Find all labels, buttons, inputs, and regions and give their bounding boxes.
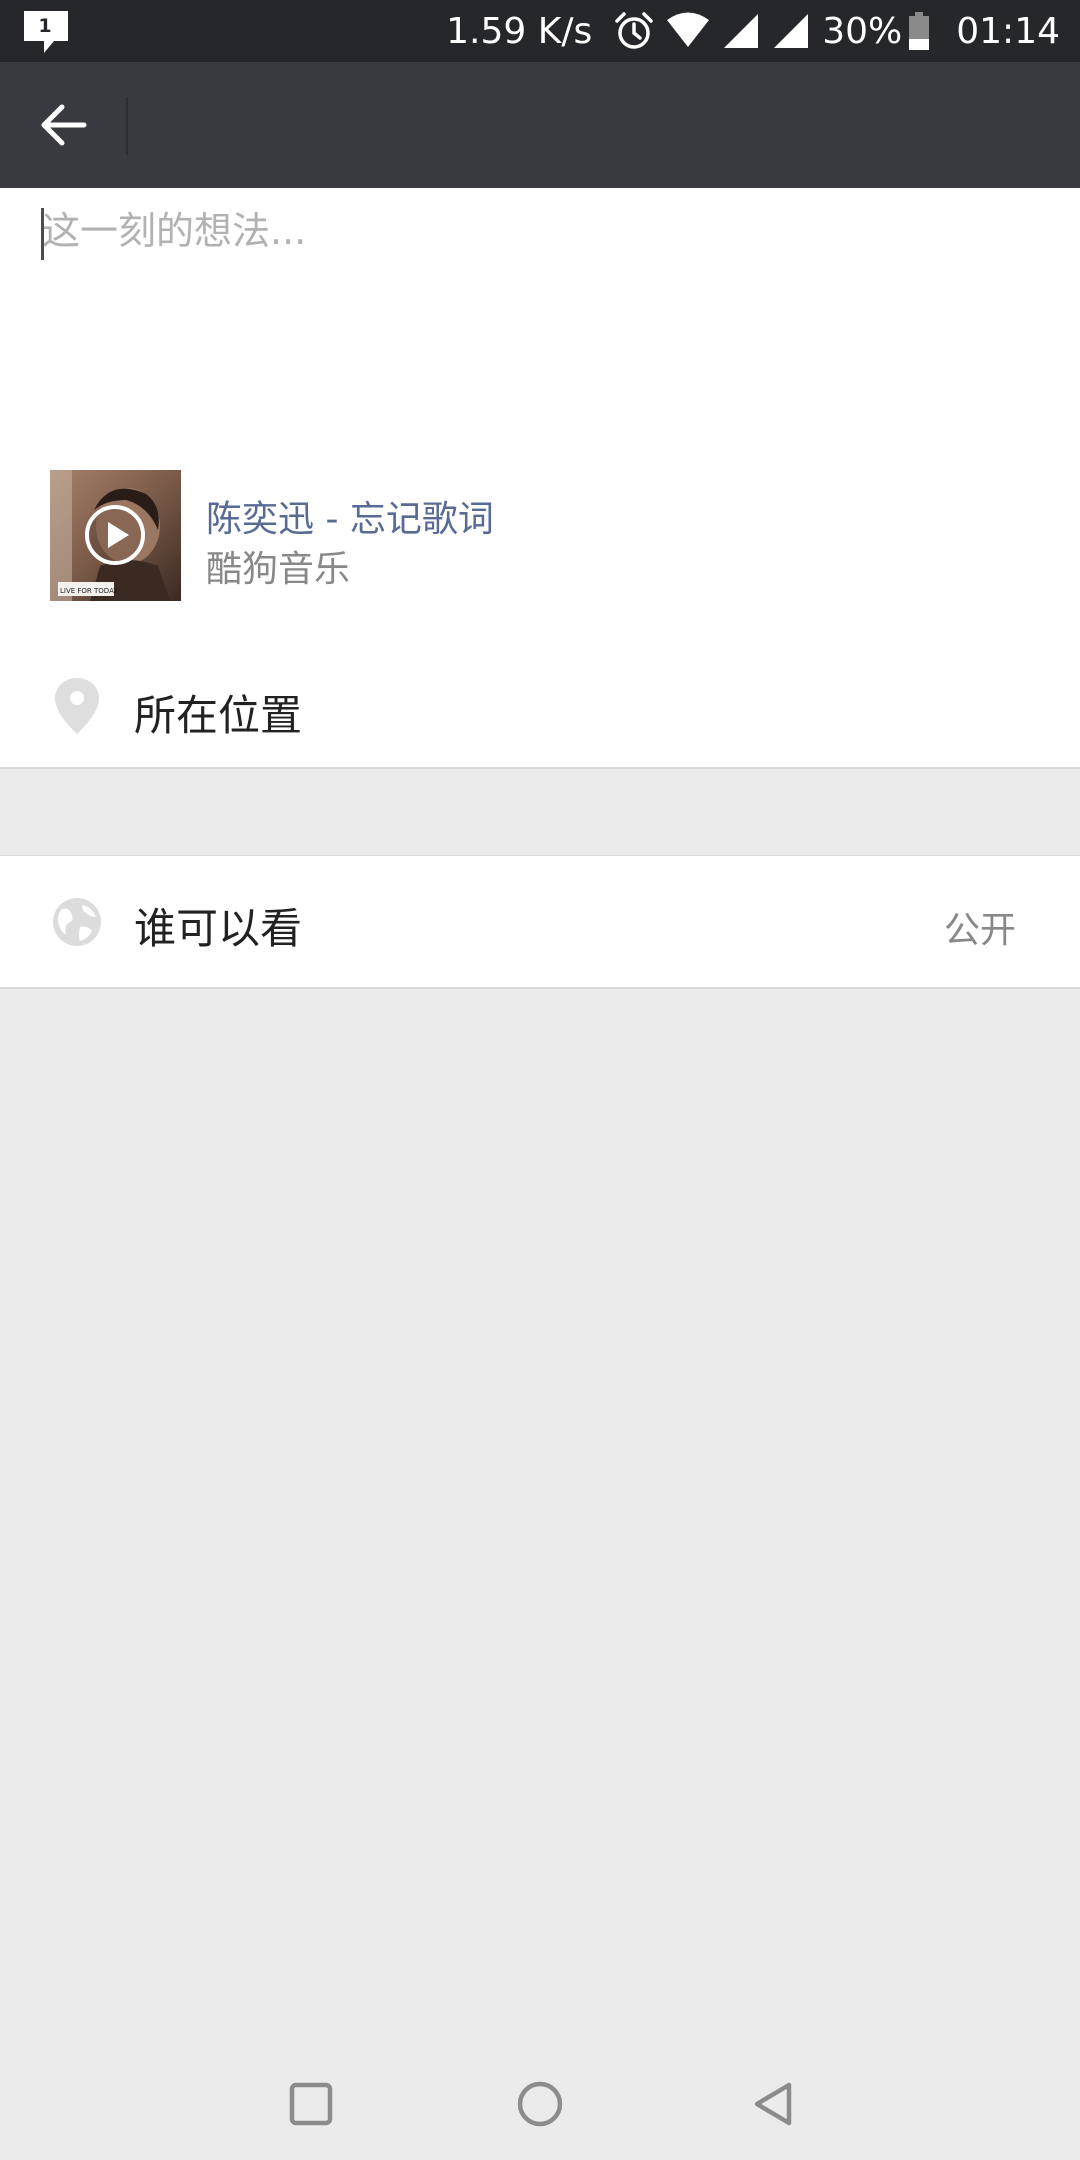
- back-nav-button[interactable]: [742, 2074, 802, 2134]
- clock: 01:14: [956, 10, 1060, 52]
- text-cursor: [41, 208, 44, 260]
- compose-panel: LIVE FOR TODAY 陈奕迅 - 忘记歌词 酷狗音乐 所在位置: [0, 188, 1080, 769]
- location-pin-icon: [55, 678, 99, 734]
- triangle-back-icon: [754, 2082, 792, 2126]
- thought-input[interactable]: [42, 200, 1032, 400]
- visibility-value: 公开: [943, 910, 1016, 951]
- network-speed: 1.59 K/s: [446, 10, 593, 52]
- arrow-left-icon: [41, 104, 87, 146]
- music-source: 酷狗音乐: [206, 549, 351, 590]
- toolbar: [0, 62, 1080, 188]
- status-indicators: 1.59 K/s 30% 01:14: [446, 0, 1060, 62]
- music-title: 陈奕迅 - 忘记歌词: [206, 499, 494, 540]
- battery-percent: 30%: [822, 10, 903, 52]
- home-button[interactable]: [510, 2074, 570, 2134]
- circle-icon: [517, 2081, 563, 2127]
- visibility-row[interactable]: 谁可以看 公开: [0, 855, 1080, 989]
- globe-icon: [53, 898, 101, 946]
- location-row[interactable]: 所在位置: [0, 646, 1080, 768]
- square-icon: [289, 2082, 333, 2126]
- battery-icon: [909, 12, 930, 50]
- music-card[interactable]: LIVE FOR TODAY 陈奕迅 - 忘记歌词 酷狗音乐: [50, 470, 1030, 601]
- album-art[interactable]: LIVE FOR TODAY: [50, 470, 181, 601]
- recents-button[interactable]: [281, 2074, 341, 2134]
- toolbar-divider: [126, 97, 128, 155]
- visibility-label: 谁可以看: [134, 904, 303, 953]
- alarm-icon: [615, 12, 653, 49]
- divider: [0, 855, 1080, 856]
- divider: [0, 767, 1080, 769]
- divider: [0, 987, 1080, 989]
- signal-icon-secondary: [774, 14, 809, 48]
- back-button[interactable]: [28, 91, 100, 159]
- system-nav-bar: [0, 2044, 1080, 2160]
- location-label: 所在位置: [134, 691, 303, 740]
- status-bar: 1 1.59 K/s 30% 01:14: [0, 0, 1080, 62]
- signal-icon: [724, 14, 759, 48]
- svg-text:LIVE FOR TODAY: LIVE FOR TODAY: [60, 587, 118, 595]
- notification-count: 1: [38, 15, 52, 37]
- screen: 1 1.59 K/s 30% 01:14 这一刻的想法... LIVE FOR …: [0, 0, 1080, 2160]
- wifi-icon: [667, 12, 710, 47]
- play-icon[interactable]: [82, 502, 148, 568]
